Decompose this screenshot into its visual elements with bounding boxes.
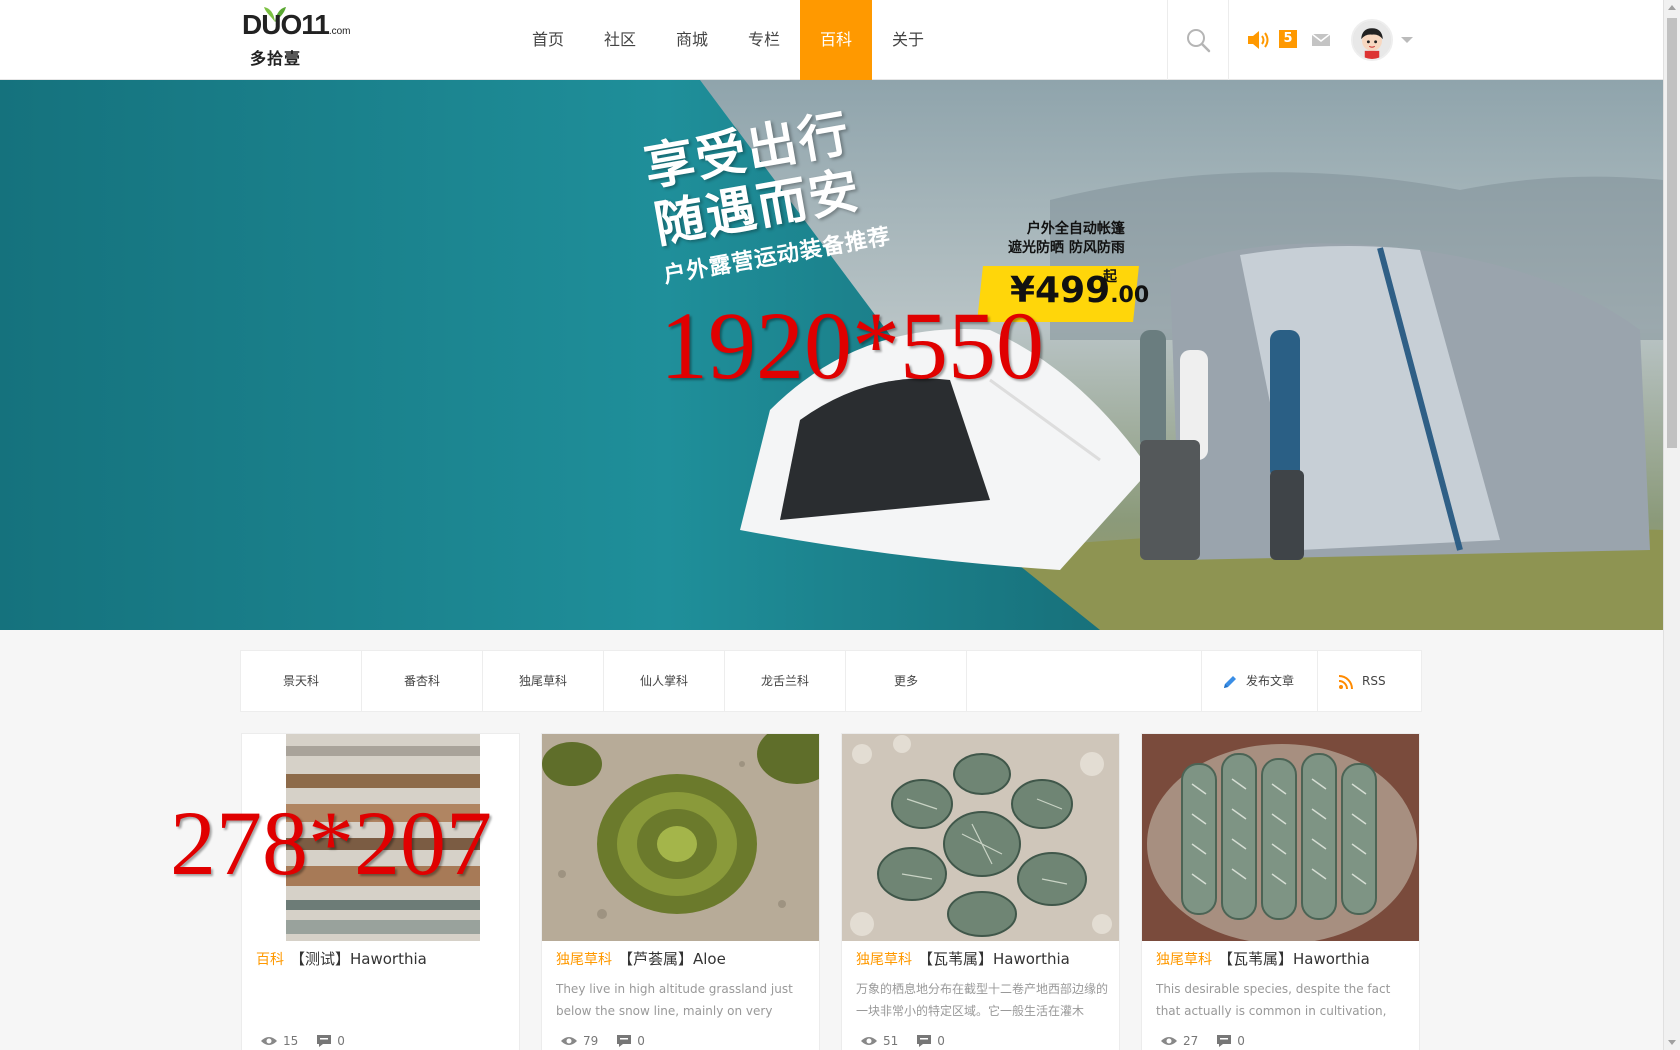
category-asphodelaceae[interactable]: 独尾草科 bbox=[483, 651, 604, 711]
nav-wiki[interactable]: 百科 bbox=[800, 0, 872, 80]
article-category[interactable]: 独尾草科 bbox=[556, 952, 612, 968]
eye-icon bbox=[261, 1037, 277, 1045]
nav-about[interactable]: 关于 bbox=[872, 0, 944, 80]
article-title[interactable]: 独尾草科 【芦荟属】Aloe bbox=[556, 948, 726, 969]
logo-text: DUO11 bbox=[242, 9, 330, 40]
category-agavaceae[interactable]: 龙舌兰科 bbox=[725, 651, 846, 711]
article-meta: 51 0 bbox=[860, 1034, 945, 1048]
eye-icon bbox=[861, 1037, 877, 1045]
price-from: 起 bbox=[1103, 269, 1117, 285]
banner-subtitle-line2: 遮光防晒 防风防雨 bbox=[1008, 240, 1125, 256]
speaker-icon[interactable] bbox=[1246, 28, 1272, 52]
mail-icon[interactable] bbox=[1311, 32, 1331, 48]
article-title-text[interactable]: 【芦荟属】Aloe bbox=[618, 950, 726, 968]
user-avatar[interactable] bbox=[1351, 19, 1393, 61]
hero-banner[interactable]: 享受出行 随遇而安 户外露营运动装备推荐 户外全自动帐篷 遮光防晒 防风防雨 ¥… bbox=[0, 80, 1663, 630]
comment-icon bbox=[1217, 1035, 1232, 1047]
article-thumbnail[interactable] bbox=[542, 734, 819, 941]
notification-badge: 5 bbox=[1279, 30, 1297, 48]
article-card[interactable]: 独尾草科 【瓦苇属】Haworthia 万象的栖息地分布在截型十二卷产地西部边缘的… bbox=[841, 733, 1120, 1050]
article-excerpt: They live in high altitude grassland jus… bbox=[556, 982, 793, 1018]
scroll-down-icon[interactable] bbox=[1668, 1040, 1676, 1045]
main-nav: 首页 社区 商城 专栏 百科 关于 bbox=[512, 0, 944, 80]
page-scrollbar[interactable] bbox=[1663, 0, 1680, 1050]
article-card[interactable]: 独尾草科 【瓦苇属】Haworthia This desirable specie… bbox=[1141, 733, 1420, 1050]
price-decimal: .00 bbox=[1110, 283, 1150, 308]
article-category[interactable]: 独尾草科 bbox=[1156, 952, 1212, 968]
article-excerpt: This desirable species, despite the fact… bbox=[1156, 982, 1391, 1018]
category-crassulaceae[interactable]: 景天科 bbox=[241, 651, 362, 711]
comment-count: 0 bbox=[937, 1034, 945, 1048]
nav-home[interactable]: 首页 bbox=[512, 0, 584, 80]
article-title[interactable]: 独尾草科 【瓦苇属】Haworthia bbox=[1156, 948, 1370, 969]
rss-button[interactable]: RSS bbox=[1317, 651, 1423, 711]
comment-count: 0 bbox=[637, 1034, 645, 1048]
avatar-icon bbox=[1353, 21, 1391, 59]
article-category[interactable]: 独尾草科 bbox=[856, 952, 912, 968]
article-title[interactable]: 百科 【测试】Haworthia bbox=[256, 948, 427, 969]
site-header: DUO11.com 多拾壹 首页 社区 商城 专栏 百科 关于 5 bbox=[0, 0, 1663, 80]
eye-icon bbox=[1161, 1037, 1177, 1045]
article-title[interactable]: 独尾草科 【瓦苇属】Haworthia bbox=[856, 948, 1070, 969]
article-meta: 15 0 bbox=[260, 1034, 345, 1048]
comment-icon bbox=[917, 1035, 932, 1047]
category-cactaceae[interactable]: 仙人掌科 bbox=[604, 651, 725, 711]
header-divider bbox=[1228, 0, 1229, 80]
search-icon[interactable] bbox=[1184, 26, 1212, 54]
publish-article-label: 发布文章 bbox=[1246, 674, 1295, 688]
pencil-icon bbox=[1224, 675, 1236, 688]
article-card[interactable]: 独尾草科 【芦荟属】Aloe They live in high altitude… bbox=[541, 733, 820, 1050]
thumbnail-size-label: 278*207 bbox=[170, 792, 492, 894]
publish-article-button[interactable]: 发布文章 bbox=[1201, 651, 1317, 711]
article-thumbnail[interactable] bbox=[842, 734, 1119, 941]
article-category[interactable]: 百科 bbox=[256, 952, 284, 968]
comment-icon bbox=[317, 1035, 332, 1047]
thumbnail-image bbox=[542, 734, 819, 941]
rss-icon bbox=[1338, 674, 1353, 689]
scrollbar-thumb[interactable] bbox=[1667, 18, 1677, 448]
category-aizoaceae[interactable]: 番杏科 bbox=[362, 651, 483, 711]
view-count: 79 bbox=[583, 1034, 599, 1048]
article-title-text[interactable]: 【测试】Haworthia bbox=[290, 950, 427, 968]
nav-shop[interactable]: 商城 bbox=[656, 0, 728, 80]
site-logo[interactable]: DUO11.com 多拾壹 bbox=[240, 5, 351, 70]
article-meta: 79 0 bbox=[560, 1034, 645, 1048]
view-count: 15 bbox=[283, 1034, 299, 1048]
article-excerpt bbox=[256, 978, 508, 1022]
article-title-text[interactable]: 【瓦苇属】Haworthia bbox=[1218, 950, 1370, 968]
scroll-up-icon[interactable] bbox=[1668, 5, 1676, 10]
banner-size-label: 1920*550 bbox=[660, 292, 1044, 399]
category-more[interactable]: 更多 bbox=[846, 651, 967, 711]
banner-subtitle: 户外全自动帐篷 遮光防晒 防风防雨 bbox=[1008, 220, 1125, 258]
article-meta: 27 0 bbox=[1160, 1034, 1245, 1048]
logo-suffix: .com bbox=[328, 26, 351, 37]
nav-column[interactable]: 专栏 bbox=[728, 0, 800, 80]
header-divider bbox=[1167, 0, 1168, 80]
comment-icon bbox=[617, 1035, 632, 1047]
eye-icon bbox=[561, 1037, 577, 1045]
thumbnail-image bbox=[1142, 734, 1419, 941]
article-thumbnail[interactable] bbox=[1142, 734, 1419, 941]
banner-subtitle-line1: 户外全自动帐篷 bbox=[1026, 221, 1125, 237]
chevron-down-icon[interactable] bbox=[1401, 37, 1413, 43]
category-bar: 景天科 番杏科 独尾草科 仙人掌科 龙舌兰科 更多 发布文章 RSS bbox=[240, 650, 1422, 712]
thumbnail-image bbox=[842, 734, 1119, 941]
logo-cn: 多拾壹 bbox=[250, 49, 302, 68]
comment-count: 0 bbox=[1237, 1034, 1245, 1048]
article-excerpt: 万象的栖息地分布在截型十二卷产地西部边缘的一块非常小的特定区域。它一般生活在灌木 bbox=[856, 982, 1108, 1018]
view-count: 51 bbox=[883, 1034, 899, 1048]
view-count: 27 bbox=[1183, 1034, 1199, 1048]
comment-count: 0 bbox=[337, 1034, 345, 1048]
nav-community[interactable]: 社区 bbox=[584, 0, 656, 80]
rss-label: RSS bbox=[1362, 674, 1386, 688]
article-title-text[interactable]: 【瓦苇属】Haworthia bbox=[918, 950, 1070, 968]
